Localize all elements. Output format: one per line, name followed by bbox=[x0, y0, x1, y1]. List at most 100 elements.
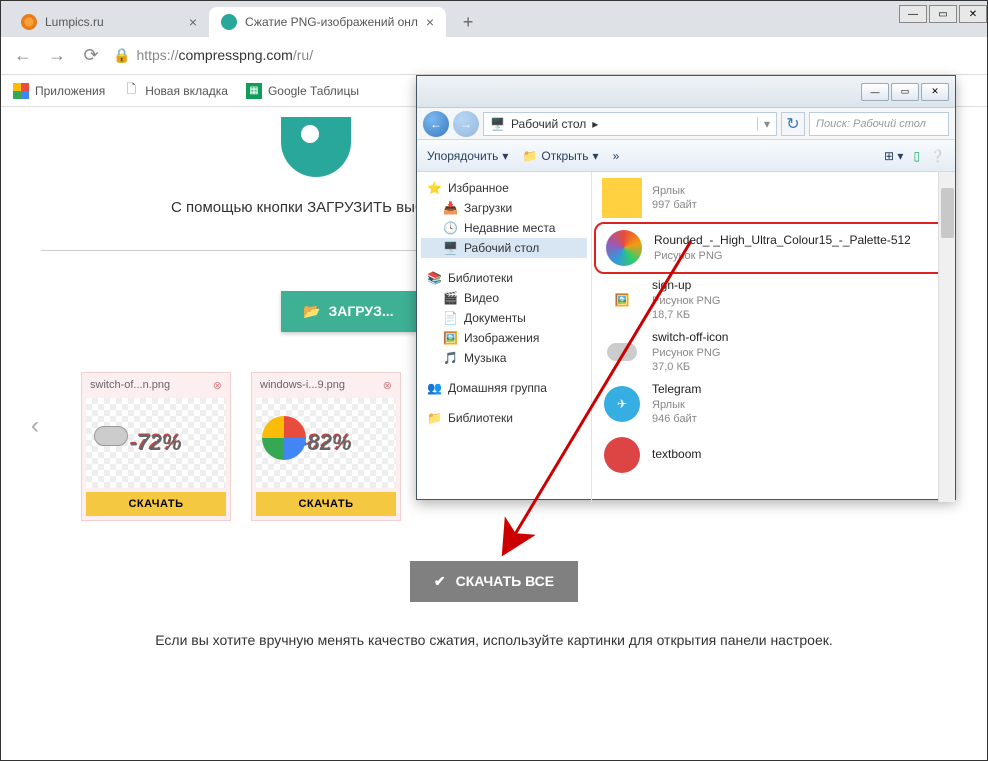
forward-button[interactable]: → bbox=[45, 45, 69, 66]
nav-label: Музыка bbox=[464, 351, 506, 365]
download-all-row: ✔ СКАЧАТЬ ВСЕ bbox=[1, 561, 987, 602]
address-bar[interactable]: 🔒https://compresspng.com/ru/ bbox=[113, 47, 977, 64]
minimize-button[interactable]: — bbox=[861, 83, 889, 101]
upload-button[interactable]: 📂 ЗАГРУЗ... bbox=[281, 291, 416, 332]
open-button[interactable]: 📁 Открыть ▾ bbox=[522, 149, 598, 163]
nav-images[interactable]: 🖼️Изображения bbox=[421, 328, 587, 348]
apps-button[interactable]: Приложения bbox=[13, 83, 105, 99]
nav-recent[interactable]: 🕓Недавние места bbox=[421, 218, 587, 238]
favicon-compresspng bbox=[221, 14, 237, 30]
scrollbar[interactable] bbox=[938, 172, 955, 502]
thumb-preview: -82% bbox=[256, 398, 396, 488]
file-type: Ярлык bbox=[652, 184, 697, 198]
path-box[interactable]: 🖥️ Рабочий стол ▸ ▾ bbox=[483, 112, 777, 136]
nav-desktop[interactable]: 🖥️Рабочий стол bbox=[421, 238, 587, 258]
file-name: Telegram bbox=[652, 382, 701, 398]
close-icon[interactable]: × bbox=[189, 14, 197, 30]
view-button[interactable]: ⊞ ▾ bbox=[884, 149, 903, 163]
remove-icon[interactable]: ⊗ bbox=[383, 379, 392, 392]
tab-label: Сжатие PNG-изображений онл bbox=[245, 15, 418, 29]
file-name: textboom bbox=[652, 447, 701, 463]
refresh-button[interactable]: ↻ bbox=[781, 112, 805, 136]
prev-arrow[interactable]: ‹ bbox=[31, 412, 39, 440]
download-thumb-button[interactable]: СКАЧАТЬ bbox=[256, 492, 396, 516]
app-icon bbox=[602, 435, 642, 475]
minimize-button[interactable]: — bbox=[899, 5, 927, 23]
nav-documents[interactable]: 📄Документы bbox=[421, 308, 587, 328]
thumbnail-card[interactable]: switch-of...n.png ⊗ -72% СКАЧАТЬ bbox=[81, 372, 231, 521]
video-icon: 🎬 bbox=[443, 291, 458, 305]
forward-button[interactable]: → bbox=[453, 111, 479, 137]
preview-pane-button[interactable]: ▯ bbox=[913, 149, 920, 163]
url-scheme: https:// bbox=[136, 47, 178, 63]
file-item[interactable]: textboom bbox=[594, 431, 953, 479]
file-item[interactable]: 🖼️ sign-upРисунок PNG18,7 КБ bbox=[594, 274, 953, 326]
file-size: 37,0 КБ bbox=[652, 360, 728, 374]
nav-label: Загрузки bbox=[464, 201, 512, 215]
file-name: sign-up bbox=[652, 278, 720, 294]
help-button[interactable]: ❔ bbox=[930, 149, 945, 163]
organize-menu[interactable]: Упорядочить ▾ bbox=[427, 149, 508, 163]
back-button[interactable]: ← bbox=[11, 45, 35, 66]
reload-button[interactable]: ⟳ bbox=[79, 45, 103, 66]
apps-icon bbox=[13, 83, 29, 99]
check-icon: ✔ bbox=[434, 573, 446, 590]
nav-video[interactable]: 🎬Видео bbox=[421, 288, 587, 308]
nav-label: Библиотеки bbox=[448, 271, 513, 285]
search-input[interactable]: Поиск: Рабочий стол bbox=[809, 112, 949, 136]
back-button[interactable]: ← bbox=[423, 111, 449, 137]
desktop-icon: 🖥️ bbox=[443, 241, 458, 255]
image-icon: 🖼️ bbox=[602, 280, 642, 320]
file-item[interactable]: switch-off-iconРисунок PNG37,0 КБ bbox=[594, 326, 953, 378]
download-all-button[interactable]: ✔ СКАЧАТЬ ВСЕ bbox=[410, 561, 578, 602]
nav-downloads[interactable]: 📥Загрузки bbox=[421, 198, 587, 218]
close-button[interactable]: ✕ bbox=[959, 5, 987, 23]
file-item[interactable]: ✈ TelegramЯрлык946 байт bbox=[594, 378, 953, 430]
bookmark-sheets[interactable]: ▦ Google Таблицы bbox=[246, 83, 359, 99]
window-controls: — ▭ ✕ bbox=[899, 5, 987, 23]
file-explorer-window: — ▭ ✕ ← → 🖥️ Рабочий стол ▸ ▾ ↻ Поиск: Р… bbox=[416, 75, 956, 500]
thumbnail-card[interactable]: windows-i...9.png ⊗ -82% СКАЧАТЬ bbox=[251, 372, 401, 521]
folder-icon: 📁 bbox=[522, 149, 537, 163]
tab-label: Lumpics.ru bbox=[45, 15, 104, 29]
search-placeholder: Поиск: Рабочий стол bbox=[816, 118, 926, 130]
sheets-icon: ▦ bbox=[246, 83, 262, 99]
tab-lumpics[interactable]: Lumpics.ru × bbox=[9, 7, 209, 37]
desktop-icon: 🖥️ bbox=[490, 117, 505, 131]
nav-libraries2[interactable]: 📁Библиотеки bbox=[421, 408, 587, 428]
explorer-titlebar[interactable]: — ▭ ✕ bbox=[417, 76, 955, 108]
organize-label: Упорядочить bbox=[427, 149, 498, 163]
close-button[interactable]: ✕ bbox=[921, 83, 949, 101]
close-icon[interactable]: × bbox=[426, 14, 434, 30]
recent-icon: 🕓 bbox=[443, 221, 458, 235]
explorer-toolbar: Упорядочить ▾ 📁 Открыть ▾ » ⊞ ▾ ▯ ❔ bbox=[417, 140, 955, 172]
page-icon: 🗋 bbox=[123, 83, 139, 99]
chevron-down-icon[interactable]: ▾ bbox=[757, 117, 770, 131]
folder-icon: 📁 bbox=[427, 411, 442, 425]
explorer-body: ⭐Избранное 📥Загрузки 🕓Недавние места 🖥️Р… bbox=[417, 172, 955, 502]
maximize-button[interactable]: ▭ bbox=[891, 83, 919, 101]
tab-compresspng[interactable]: Сжатие PNG-изображений онл × bbox=[209, 7, 446, 37]
nav-libraries[interactable]: 📚Библиотеки bbox=[421, 268, 587, 288]
file-item-highlighted[interactable]: Rounded_-_High_Ultra_Colour15_-_Palette-… bbox=[594, 222, 953, 274]
download-thumb-button[interactable]: СКАЧАТЬ bbox=[86, 492, 226, 516]
remove-icon[interactable]: ⊗ bbox=[213, 379, 222, 392]
maximize-button[interactable]: ▭ bbox=[929, 5, 957, 23]
thumb-filename: windows-i...9.png bbox=[260, 379, 345, 391]
file-size: 946 байт bbox=[652, 412, 701, 426]
bookmark-label: Google Таблицы bbox=[268, 84, 359, 98]
new-tab-button[interactable]: + bbox=[454, 8, 482, 36]
nav-favorites[interactable]: ⭐Избранное bbox=[421, 178, 587, 198]
bookmark-label: Новая вкладка bbox=[145, 84, 228, 98]
download-all-label: СКАЧАТЬ ВСЕ bbox=[456, 573, 554, 589]
explorer-navbar: ← → 🖥️ Рабочий стол ▸ ▾ ↻ Поиск: Рабочий… bbox=[417, 108, 955, 140]
chevron-down-icon: ▾ bbox=[502, 149, 508, 163]
thumb-header: switch-of...n.png ⊗ bbox=[86, 377, 226, 394]
file-type: Рисунок PNG bbox=[652, 346, 728, 360]
bookmark-newtab[interactable]: 🗋 Новая вкладка bbox=[123, 83, 228, 99]
file-list: Ярлык997 байт Rounded_-_High_Ultra_Colou… bbox=[592, 172, 955, 502]
more-button[interactable]: » bbox=[613, 149, 620, 163]
file-item[interactable]: Ярлык997 байт bbox=[594, 174, 953, 222]
nav-music[interactable]: 🎵Музыка bbox=[421, 348, 587, 368]
nav-homegroup[interactable]: 👥Домашняя группа bbox=[421, 378, 587, 398]
